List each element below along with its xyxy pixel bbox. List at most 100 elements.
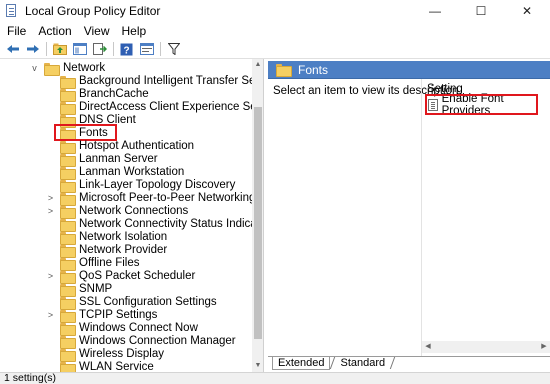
- tree-item-lanman-server[interactable]: Lanman Server: [60, 153, 158, 167]
- export-list-icon[interactable]: [91, 42, 108, 57]
- tree-item-windows-connection-manager[interactable]: Windows Connection Manager: [60, 335, 236, 349]
- filter-icon[interactable]: [165, 42, 182, 57]
- folder-icon: [60, 206, 76, 219]
- tree-item-label: Network Provider: [79, 244, 168, 256]
- tree-item-label: Offline Files: [79, 257, 140, 269]
- folder-icon: [60, 141, 76, 154]
- scroll-down-arrow-icon[interactable]: ▼: [252, 360, 263, 372]
- tree-item-offline-files[interactable]: Offline Files: [60, 257, 140, 271]
- tree-item-wireless-display[interactable]: Wireless Display: [60, 348, 164, 362]
- tree-item-link-layer-topology[interactable]: Link-Layer Topology Discovery: [60, 179, 236, 193]
- folder-icon: [60, 362, 76, 372]
- menu-file[interactable]: File: [2, 24, 31, 38]
- column-divider: [421, 79, 422, 357]
- tree-item-network[interactable]: v Network: [32, 62, 105, 76]
- tree-item-qos-packet-scheduler[interactable]: > QoS Packet Scheduler: [46, 270, 196, 284]
- tree-item-label: WLAN Service: [79, 361, 154, 372]
- folder-icon: [60, 219, 76, 232]
- status-bar: 1 setting(s): [0, 372, 550, 384]
- window-title: Local Group Policy Editor: [25, 4, 161, 18]
- folder-icon: [60, 271, 76, 284]
- folder-icon: [60, 193, 76, 206]
- folder-icon: [60, 336, 76, 349]
- details-horizontal-scrollbar[interactable]: ◀ ▶: [422, 341, 550, 353]
- scroll-up-arrow-icon[interactable]: ▲: [252, 59, 263, 71]
- toolbar: ?: [0, 40, 550, 58]
- back-arrow-icon[interactable]: [4, 42, 21, 57]
- tree-item-label: Background Intelligent Transfer Service …: [79, 75, 263, 87]
- tree-expander[interactable]: >: [46, 194, 55, 203]
- tree-vertical-scrollbar[interactable]: ▲ ▼: [252, 59, 263, 372]
- view-tabs: Extended Standard: [268, 356, 550, 372]
- folder-icon: [60, 258, 76, 271]
- tree-item-ssl-configuration[interactable]: SSL Configuration Settings: [60, 296, 217, 310]
- menu-bar: File Action View Help: [0, 22, 550, 40]
- tree-item-network-isolation[interactable]: Network Isolation: [60, 231, 168, 245]
- tree-item-peer-to-peer[interactable]: > Microsoft Peer-to-Peer Networking Serv…: [46, 192, 263, 206]
- tree-item-tcpip-settings[interactable]: > TCPIP Settings: [46, 309, 158, 323]
- tree-item-label: Lanman Server: [79, 153, 158, 165]
- folder-icon: [60, 89, 76, 102]
- up-folder-icon[interactable]: [51, 42, 68, 57]
- close-button[interactable]: ✕: [504, 0, 550, 22]
- show-hide-tree-icon[interactable]: [71, 42, 88, 57]
- folder-icon: [60, 154, 76, 167]
- tree-item-label: Link-Layer Topology Discovery: [79, 179, 236, 191]
- scroll-right-arrow-icon[interactable]: ▶: [538, 341, 550, 353]
- minimize-button[interactable]: —: [412, 0, 458, 22]
- folder-icon: [60, 232, 76, 245]
- details-pane: Fonts Select an item to view its descrip…: [268, 59, 550, 372]
- tree-item-lanman-workstation[interactable]: Lanman Workstation: [60, 166, 184, 180]
- tab-separator: [389, 357, 396, 369]
- tree-item-network-provider[interactable]: Network Provider: [60, 244, 168, 258]
- folder-icon: [60, 310, 76, 323]
- tree-item-ncsi[interactable]: Network Connectivity Status Indicator: [60, 218, 263, 232]
- tree-item-network-connections[interactable]: > Network Connections: [46, 205, 189, 219]
- toolbar-separator: [46, 42, 47, 56]
- menu-help[interactable]: Help: [117, 24, 152, 38]
- folder-icon: [60, 297, 76, 310]
- folder-icon: [60, 245, 76, 258]
- tree-item-label: Wireless Display: [79, 348, 164, 360]
- scrollbar-thumb[interactable]: [254, 107, 262, 339]
- tree-item-branchcache[interactable]: BranchCache: [60, 88, 149, 102]
- setting-highlight-box: [425, 94, 538, 115]
- tab-extended[interactable]: Extended: [272, 357, 331, 370]
- policy-editor-app-icon: [5, 4, 19, 18]
- console-tree[interactable]: v Network Background Intelligent Transfe…: [0, 59, 264, 372]
- toolbar-separator: [113, 42, 114, 56]
- tree-expander[interactable]: >: [46, 207, 55, 216]
- tree-item-snmp[interactable]: SNMP: [60, 283, 113, 297]
- tree-item-bits[interactable]: Background Intelligent Transfer Service …: [60, 75, 263, 89]
- tree-item-directaccess[interactable]: DirectAccess Client Experience Settings: [60, 101, 263, 115]
- tree-item-label: TCPIP Settings: [79, 309, 158, 321]
- tree-item-wlan-service[interactable]: WLAN Service: [60, 361, 154, 372]
- title-bar: Local Group Policy Editor — ☐ ✕: [0, 0, 550, 22]
- tree-item-label: SNMP: [79, 283, 113, 295]
- tree-expander[interactable]: v: [30, 64, 39, 73]
- tab-standard[interactable]: Standard: [335, 357, 390, 370]
- maximize-button[interactable]: ☐: [458, 0, 504, 22]
- tree-expander[interactable]: >: [46, 272, 55, 281]
- toolbar-separator: [160, 42, 161, 56]
- tree-item-hotspot-authentication[interactable]: Hotspot Authentication: [60, 140, 194, 154]
- tree-item-label: SSL Configuration Settings: [79, 296, 217, 308]
- tree-item-label: Network Isolation: [79, 231, 168, 243]
- forward-arrow-icon[interactable]: [24, 42, 41, 57]
- tree-item-label: Network Connections: [79, 205, 189, 217]
- svg-text:?: ?: [123, 45, 129, 56]
- tree-item-label: QoS Packet Scheduler: [79, 270, 196, 282]
- menu-action[interactable]: Action: [33, 24, 76, 38]
- menu-view[interactable]: View: [79, 24, 115, 38]
- tree-expander[interactable]: >: [46, 311, 55, 320]
- scroll-left-arrow-icon[interactable]: ◀: [422, 341, 434, 353]
- help-icon[interactable]: ?: [118, 42, 135, 57]
- folder-icon: [60, 349, 76, 362]
- properties-icon[interactable]: [138, 42, 155, 57]
- folder-icon: [44, 63, 60, 76]
- tree-item-windows-connect-now[interactable]: Windows Connect Now: [60, 322, 198, 336]
- folder-icon: [60, 323, 76, 336]
- status-text: 1 setting(s): [4, 372, 56, 384]
- folder-icon: [60, 167, 76, 180]
- tree-item-label: Windows Connect Now: [79, 322, 198, 334]
